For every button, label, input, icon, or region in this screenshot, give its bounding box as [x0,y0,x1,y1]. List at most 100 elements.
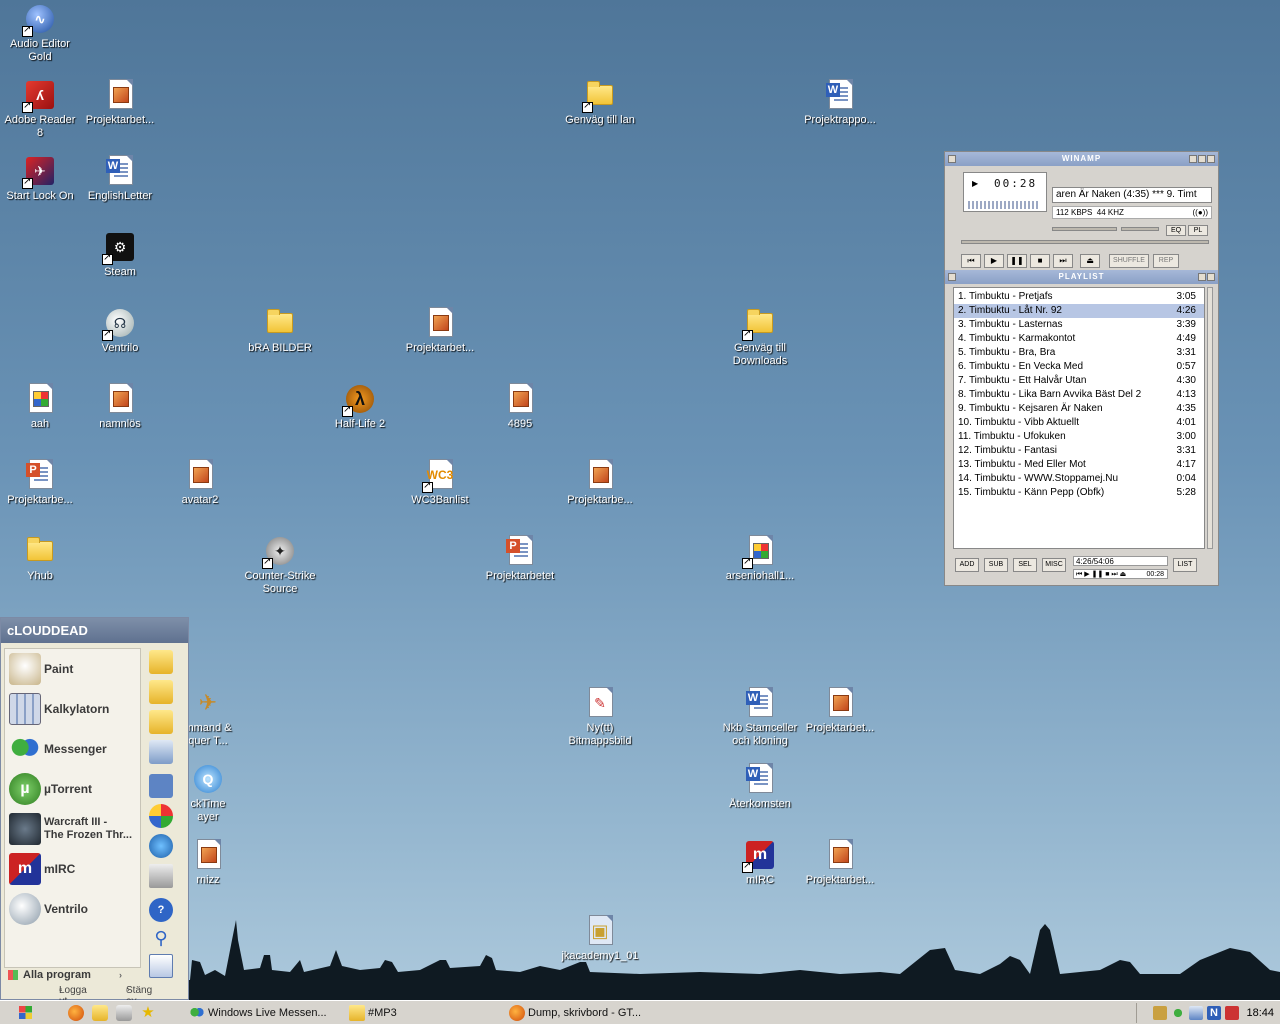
playlist-row[interactable]: 12. Timbuktu - Fantasi 3:31 [954,444,1204,458]
desktop-icon-projektarbetet[interactable]: P Projektarbetet [480,535,560,583]
help-icon[interactable]: ? [149,898,173,922]
desktop-icon-wc3banlist[interactable]: WC3 WC3Banlist [400,459,480,507]
shade-icon[interactable] [1198,155,1206,163]
playlist-row[interactable]: 11. Timbuktu - Ufokuken 3:00 [954,430,1204,444]
start-menu-item-messenger[interactable]: Messenger [5,729,140,769]
desktop-icon-projektarbet-4[interactable]: Projektarbet... [800,839,880,887]
desktop-icon-start-lock-on[interactable]: ✈ Start Lock On [0,155,80,203]
playlist-row[interactable]: 1. Timbuktu - Pretjafs 3:05 [954,290,1204,304]
start-menu-item-paint[interactable]: Paint [5,649,140,689]
desktop-icon-arseniohall[interactable]: arseniohall1... [720,535,800,583]
stop-button[interactable]: ■ [1030,254,1050,268]
playlist-misc-button[interactable]: MISC [1042,558,1066,572]
firefox-icon[interactable] [68,1005,84,1021]
my-computer-icon[interactable] [149,740,173,764]
shade-icon[interactable] [1198,273,1206,281]
taskbar-button-mp3-folder[interactable]: #MP3 [346,1003,496,1023]
visualizer[interactable] [968,201,1040,209]
playlist-row[interactable]: 10. Timbuktu - Vibb Aktuellt 4:01 [954,416,1204,430]
next-button[interactable]: ⏭ [1053,254,1073,268]
playlist-row[interactable]: 3. Timbuktu - Lasternas 3:39 [954,318,1204,332]
desktop-icon-jkacademy[interactable]: ▣ jkacademy1_01 [560,915,640,963]
playlist-row[interactable]: 15. Timbuktu - Känn Pepp (Obfk) 5:28 [954,486,1204,500]
play-button[interactable]: ▶ [984,254,1004,268]
playlist-scrollbar[interactable] [1207,287,1213,549]
playlist-list-button[interactable]: LIST [1173,558,1197,572]
volume-tray-icon[interactable] [1225,1006,1239,1020]
playlist-row[interactable]: 7. Timbuktu - Ett Halvår Utan 4:30 [954,374,1204,388]
playlist-row[interactable]: 13. Timbuktu - Med Eller Mot 4:17 [954,458,1204,472]
desktop-icon-genvag-lan[interactable]: Genväg till lan [560,79,640,127]
my-documents-icon[interactable] [149,650,173,674]
playlist-row[interactable]: 6. Timbuktu - En Vecka Med 0:57 [954,360,1204,374]
eq-toggle-button[interactable]: EQ [1166,225,1186,236]
winamp-menu-icon[interactable] [948,155,956,163]
playlist-row[interactable]: 9. Timbuktu - Kejsaren Är Naken 4:35 [954,402,1204,416]
playlist-row[interactable]: 4. Timbuktu - Karmakontot 4:49 [954,332,1204,346]
playlist-row-selected[interactable]: 2. Timbuktu - Låt Nr. 92 4:26 [954,304,1204,318]
clock[interactable]: 18:44 [1246,1003,1274,1023]
my-music-icon[interactable] [149,710,173,734]
control-panel-icon[interactable] [149,774,173,798]
desktop-icon-projektarbet-1[interactable]: Projektarbet... [80,79,160,127]
eject-button[interactable]: ⏏ [1080,254,1100,268]
desktop-icon-namnlos[interactable]: namnlös [80,383,160,431]
start-menu-item-ventrilo[interactable]: Ventrilo [5,889,140,929]
desktop-icon-counter-strike-source[interactable]: ✦ Counter-Strike Source [240,535,320,596]
playlist-row[interactable]: 8. Timbuktu - Lika Barn Avvika Bäst Del … [954,388,1204,402]
repeat-button[interactable]: REP [1153,254,1179,268]
winamp-titlebar[interactable]: WINAMP [945,152,1218,166]
desktop-icon-half-life-2[interactable]: λ Half-Life 2 [320,383,400,431]
all-programs-button[interactable]: Alla program › [5,968,140,982]
start-menu-item-mirc[interactable]: m mIRC [5,849,140,889]
favorites-star-icon[interactable]: ★ [140,1005,156,1021]
start-menu-item-calculator[interactable]: Kalkylatorn [5,689,140,729]
playlist-add-button[interactable]: ADD [955,558,979,572]
desktop-icon-avatar2[interactable]: avatar2 [160,459,240,507]
desktop-icon-mirc[interactable]: m mIRC [720,839,800,887]
desktop-icon-ny-bitmappsbild[interactable]: ✎ Ny(tt) Bitmappsbild [560,687,640,748]
playlist-toggle-button[interactable]: PL [1188,225,1208,236]
desktop-icon-genvag-downloads[interactable]: Genväg till Downloads [720,307,800,368]
desktop-icon-4895[interactable]: 4895 [480,383,560,431]
desktop-icon-projektarbet-2[interactable]: Projektarbet... [400,307,480,355]
mini-transport-icons[interactable]: ⏮ ▶ ❚❚ ■ ⏭ ⏏ [1076,571,1126,578]
playlist-sub-button[interactable]: SUB [984,558,1008,572]
desktop-icon-steam[interactable]: ⚙ Steam [80,231,160,279]
balance-slider[interactable] [1121,227,1159,231]
close-icon[interactable] [1207,155,1215,163]
desktop-icon-nkb-stamceller[interactable]: W Nkb Stamceller och kloning [720,687,800,748]
search-icon[interactable]: ⚲ [149,926,173,950]
desktop-icon-ventrilo[interactable]: ☊ Ventrilo [80,307,160,355]
playlist-menu-icon[interactable] [948,273,956,281]
drive-icon[interactable] [116,1005,132,1021]
volume-slider[interactable] [1052,227,1117,231]
playlist-mini-controls[interactable]: ⏮ ▶ ❚❚ ■ ⏭ ⏏ 00:28 [1073,569,1168,579]
playlist-sel-button[interactable]: SEL [1013,558,1037,572]
n-tray-icon[interactable]: N [1207,1006,1221,1020]
desktop-icon-aterkomsten[interactable]: W Återkomsten [720,763,800,811]
desktop-icon-projektrappo[interactable]: W Projektrappo... [800,79,880,127]
messenger-tray-icon[interactable] [1171,1006,1185,1020]
minimize-icon[interactable] [1189,155,1197,163]
previous-button[interactable]: ⏮ [961,254,981,268]
desktop-icon-audio-editor-gold[interactable]: ∿ Audio Editor Gold [0,3,80,64]
connect-to-globe-icon[interactable] [149,834,173,858]
desktop-icon-projektarbet-3[interactable]: Projektarbet... [800,687,880,735]
winamp-window[interactable]: WINAMP ▶ 00:28 aren Är Naken (4:35) *** … [944,151,1219,586]
desktop-icon-projektarbe-2[interactable]: Projektarbe... [560,459,640,507]
playlist-titlebar[interactable]: PLAYLIST [945,270,1218,284]
desktop-icon-adobe-reader[interactable]: ʎ Adobe Reader 8 [0,79,80,140]
taskbar-button-messenger[interactable]: Windows Live Messen... [186,1003,336,1023]
show-desktop-icon[interactable] [92,1005,108,1021]
seek-bar[interactable] [961,240,1209,244]
playlist-row[interactable]: 5. Timbuktu - Bra, Bra 3:31 [954,346,1204,360]
pause-button[interactable]: ❚❚ [1007,254,1027,268]
run-icon[interactable] [149,954,173,978]
desktop-icon-projektarbe-ppt-1[interactable]: P Projektarbe... [0,459,80,507]
set-program-defaults-icon[interactable] [149,804,173,828]
taskbar-button-firefox[interactable]: Dump, skrivbord - GT... [506,1003,656,1023]
playlist-row[interactable]: 14. Timbuktu - WWW.Stoppamej.Nu 0:04 [954,472,1204,486]
start-menu-item-utorrent[interactable]: µ µTorrent [5,769,140,809]
desktop-icon-bra-bilder[interactable]: bRA BILDER [240,307,320,355]
